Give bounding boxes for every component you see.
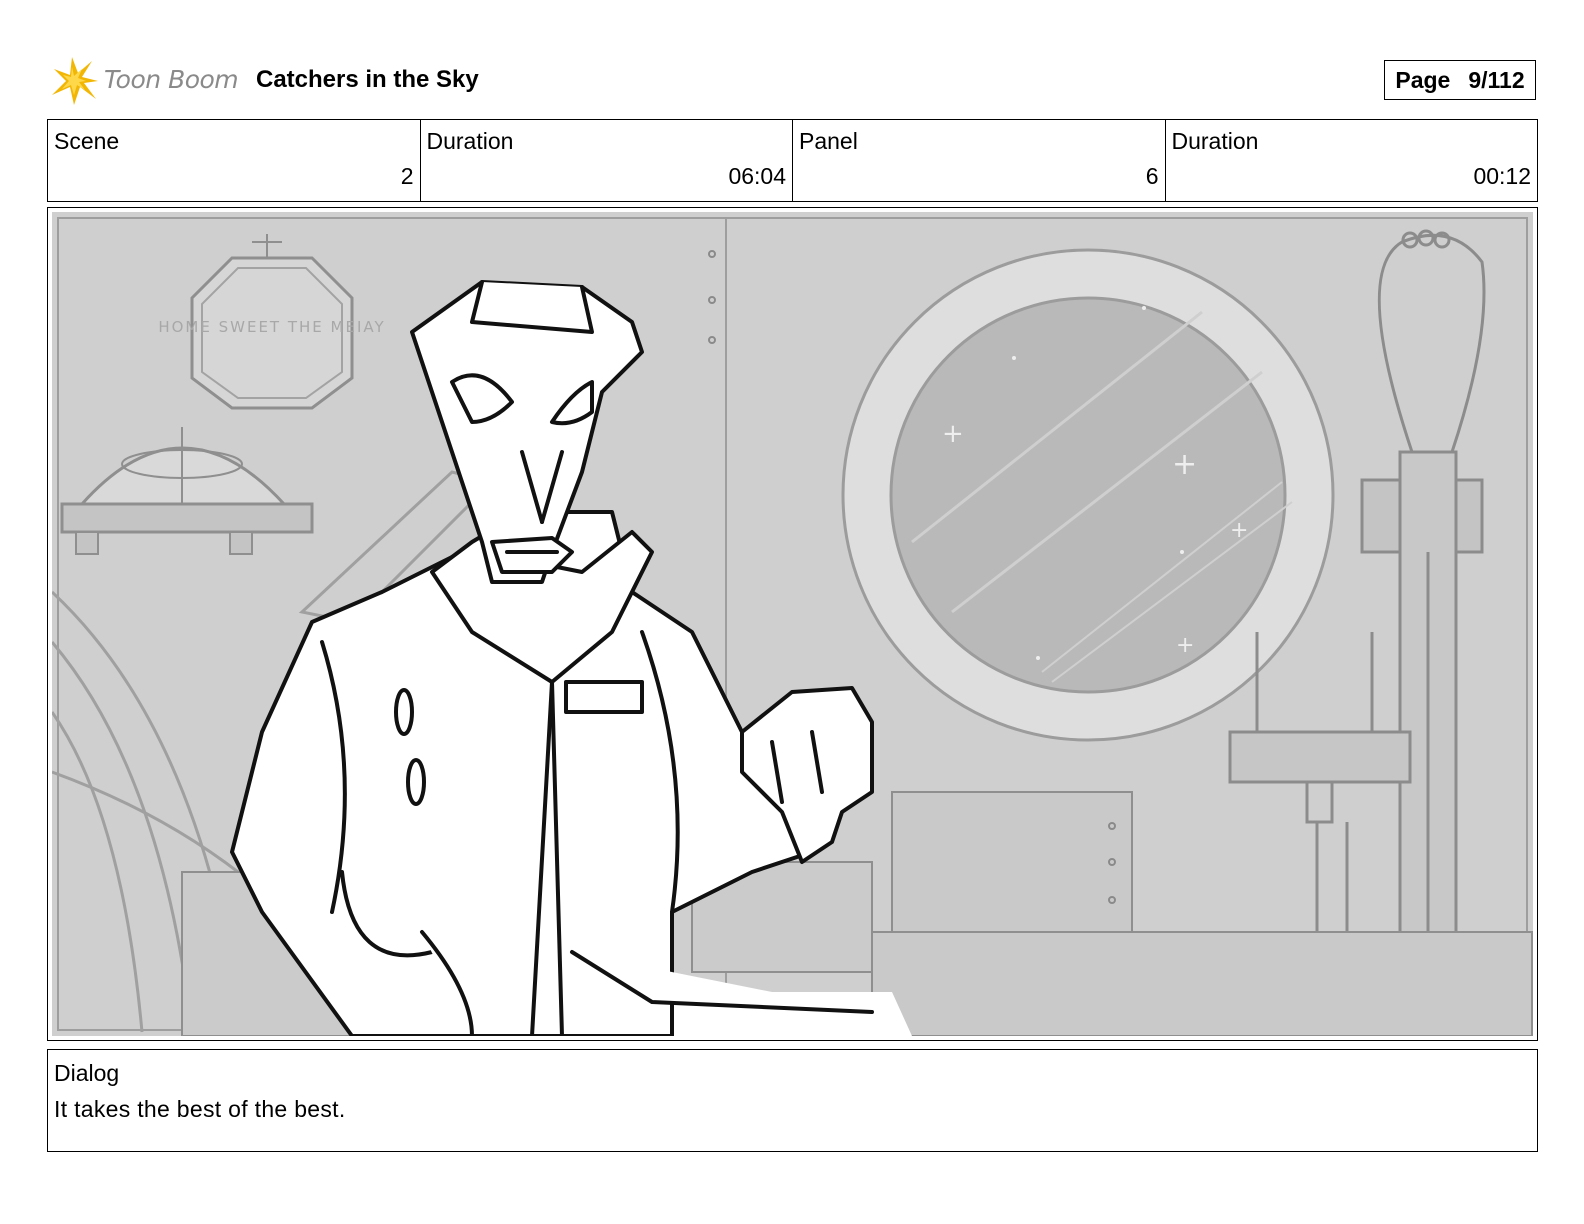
scene-value: 2 <box>400 163 414 189</box>
panel-sketch: HOME SWEET THE MEIAY + + + + <box>52 212 1533 1036</box>
panel-label: Panel <box>799 128 858 154</box>
dialog-label: Dialog <box>54 1060 120 1086</box>
scene-info-table: Scene 2 Duration 06:04 Panel 6 Duration … <box>47 119 1538 202</box>
scene-cell: Scene 2 <box>48 120 421 201</box>
svg-text:+: + <box>1176 633 1194 658</box>
page-indicator: Page 9/112 <box>1384 60 1536 100</box>
wall-sign-text: HOME SWEET THE MEIAY <box>158 318 385 336</box>
panel-duration-value: 00:12 <box>1473 163 1531 189</box>
panel-cell: Panel 6 <box>793 120 1166 201</box>
page-label: Page <box>1395 66 1451 93</box>
storyboard-panel: HOME SWEET THE MEIAY + + + + <box>47 207 1538 1041</box>
scene-label: Scene <box>54 128 120 154</box>
page-value: 9/112 <box>1468 66 1525 93</box>
toon-boom-logo: Toon Boom <box>52 55 242 107</box>
porthole-window: + + + + <box>841 248 1335 742</box>
svg-text:+: + <box>942 419 964 449</box>
logo-text: Toon Boom <box>104 65 239 94</box>
dialog-text: It takes the best of the best. <box>54 1096 346 1122</box>
panel-duration-label: Duration <box>1171 128 1259 154</box>
scene-duration-cell: Duration 06:04 <box>421 120 793 201</box>
dialog-box: Dialog It takes the best of the best. <box>47 1049 1538 1152</box>
panel-duration-cell: Duration 00:12 <box>1166 120 1538 201</box>
svg-text:+: + <box>1172 447 1197 482</box>
panel-value: 6 <box>1145 163 1159 189</box>
scene-duration-label: Duration <box>426 128 514 154</box>
scene-duration-value: 06:04 <box>728 163 786 189</box>
logo-star-icon <box>52 57 98 105</box>
svg-text:+: + <box>1230 518 1248 543</box>
project-title: Catchers in the Sky <box>256 66 479 93</box>
